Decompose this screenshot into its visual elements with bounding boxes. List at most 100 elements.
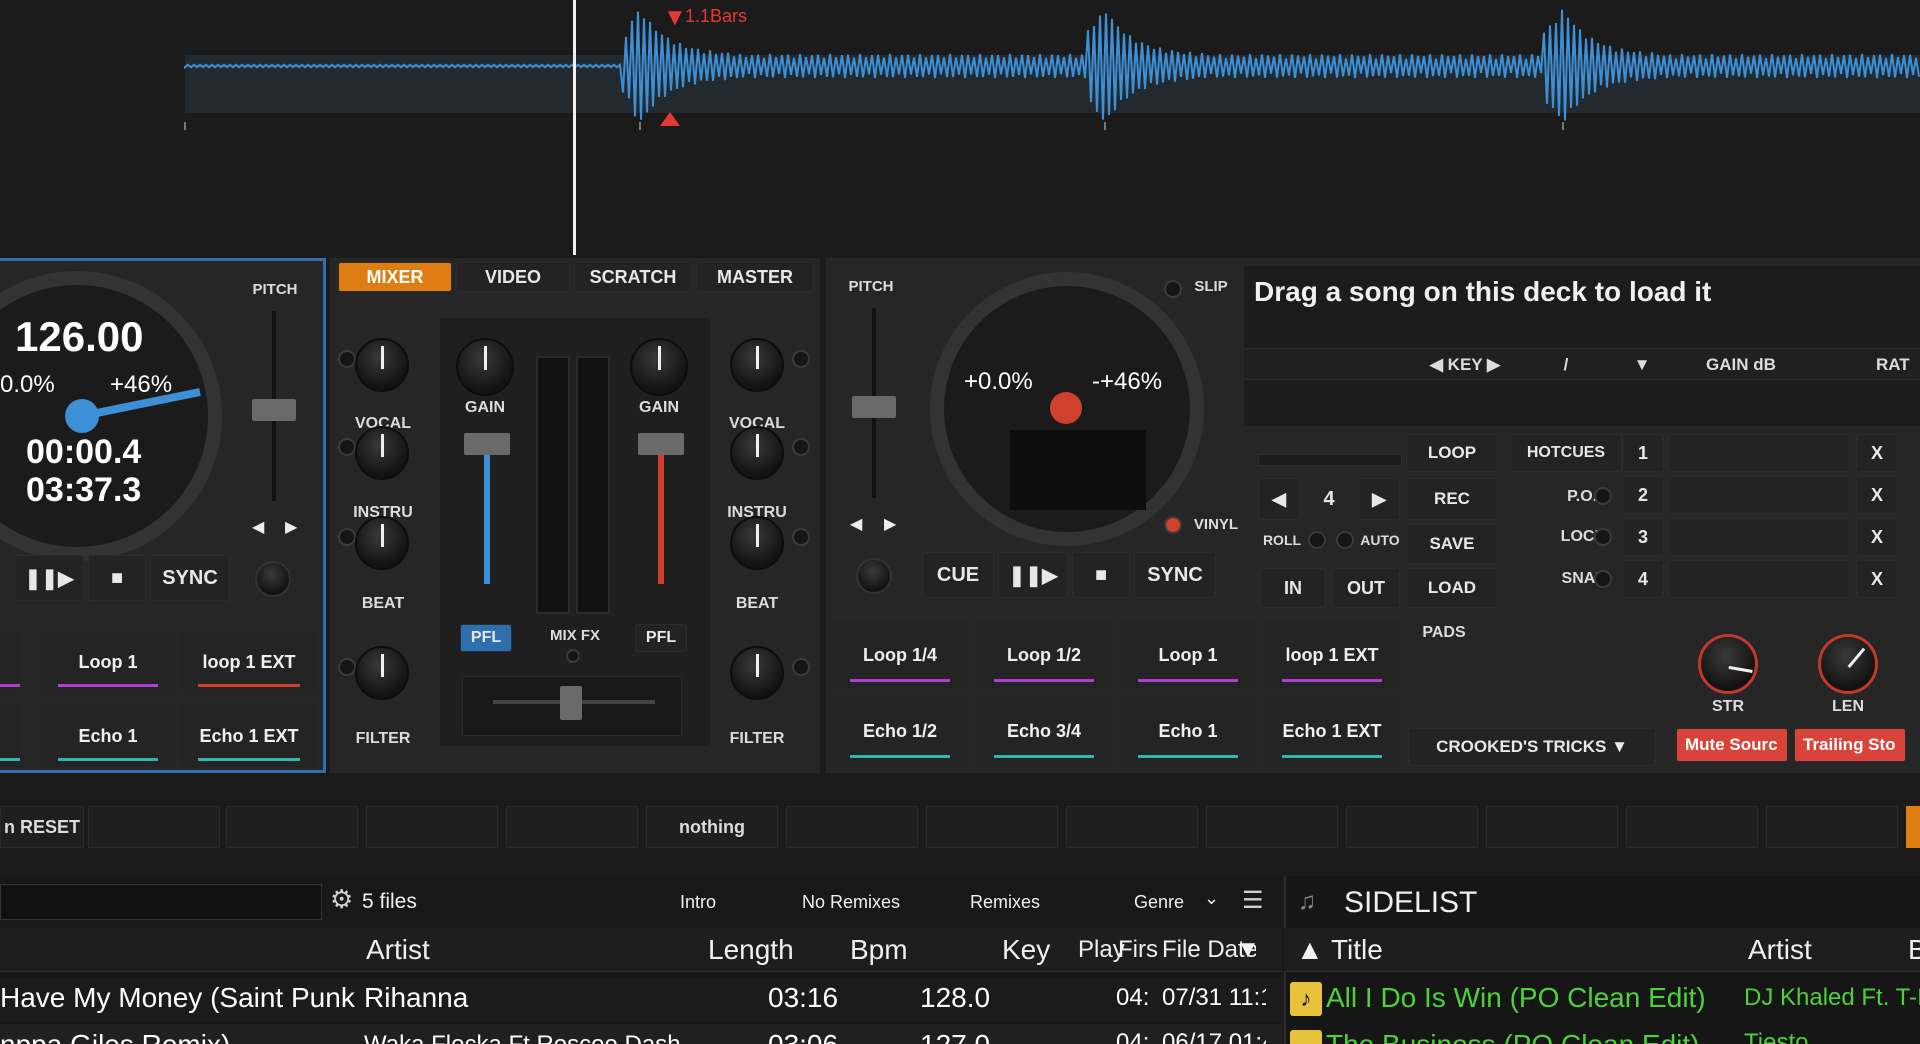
volume-fader-left[interactable] <box>484 438 490 584</box>
beat-kill-left[interactable] <box>338 528 356 546</box>
save-loop-button[interactable]: SAVE <box>1406 524 1498 564</box>
str-knob[interactable] <box>1698 634 1758 694</box>
fx-slot-7[interactable] <box>926 806 1058 848</box>
volume-fader-handle-right[interactable] <box>638 433 684 455</box>
pad-right-8[interactable]: Echo 1 EXT <box>1264 698 1400 764</box>
pad-left-partial-1[interactable] <box>0 631 20 693</box>
mute-source-button[interactable]: Mute Sourc <box>1676 728 1788 762</box>
hotcue-number-2[interactable]: 2 <box>1622 476 1664 514</box>
fx-slot-11[interactable] <box>1486 806 1618 848</box>
search-input[interactable] <box>0 884 322 920</box>
pad-left-4[interactable]: Echo 1 EXT <box>180 705 318 767</box>
waveform-graph[interactable] <box>0 0 1920 255</box>
pitch-slider-handle-right[interactable] <box>852 396 896 418</box>
loop-in-button[interactable]: IN <box>1260 568 1326 608</box>
hotcue-clear-2[interactable]: X <box>1856 476 1898 514</box>
gear-icon[interactable]: ⚙ <box>330 884 353 915</box>
pad-right-6[interactable]: Echo 3/4 <box>976 698 1112 764</box>
tab-video[interactable]: VIDEO <box>456 262 570 292</box>
filter-knob-left[interactable] <box>355 646 409 700</box>
fx-slot-2[interactable] <box>226 806 358 848</box>
col-bpm[interactable]: Bpm <box>850 934 908 966</box>
pad-right-5[interactable]: Echo 1/2 <box>832 698 968 764</box>
instru-knob-right[interactable] <box>730 426 784 480</box>
hotcues-button[interactable]: HOTCUES <box>1510 434 1622 472</box>
gain-knob-left[interactable] <box>456 338 514 396</box>
fx-slot-13[interactable] <box>1766 806 1898 848</box>
sidelist-row-2-artist[interactable]: Tiesto <box>1744 1026 1920 1044</box>
pad-right-2[interactable]: Loop 1/2 <box>976 622 1112 688</box>
gain-knob-right[interactable] <box>630 338 688 396</box>
info-dropdown-arrow[interactable]: ▼ <box>1632 355 1652 375</box>
tab-master[interactable]: MASTER <box>696 262 814 292</box>
waveform-area[interactable]: ▼ 1.1Bars <box>0 0 1920 255</box>
filter-kill-right[interactable] <box>792 658 810 676</box>
sidelist-col-title[interactable]: ▲ Title <box>1296 934 1383 966</box>
pitch-nudge-right-icon[interactable]: ▶ <box>285 517 297 537</box>
list-options-icon[interactable]: ☰ <box>1242 886 1264 915</box>
loop-halve-icon[interactable]: ◀ <box>1258 478 1300 520</box>
sort-arrow-icon[interactable]: ▼ <box>1236 936 1260 964</box>
fx-slot-6[interactable] <box>786 806 918 848</box>
pfl-button-left[interactable]: PFL <box>460 624 512 652</box>
sync-button-right[interactable]: SYNC <box>1134 552 1216 598</box>
fx-slot-8[interactable] <box>1066 806 1198 848</box>
pad-right-4[interactable]: loop 1 EXT <box>1264 622 1400 688</box>
pad-set-dropdown[interactable]: CROOKED'S TRICKS ▼ <box>1408 728 1656 766</box>
key-knob-right[interactable] <box>856 558 892 594</box>
filter-intro[interactable]: Intro <box>680 892 716 913</box>
vocal-knob-left[interactable] <box>355 338 409 392</box>
fx-slot-4[interactable] <box>506 806 638 848</box>
sidelist-col-extra[interactable]: B <box>1908 934 1920 966</box>
pitch-nudge-right-icon-right[interactable]: ▶ <box>884 514 896 534</box>
load-loop-button[interactable]: LOAD <box>1406 568 1498 608</box>
beat-knob-left[interactable] <box>355 516 409 570</box>
snap-toggle[interactable] <box>1594 570 1612 588</box>
roll-toggle[interactable] <box>1308 531 1326 549</box>
key-knob-left[interactable] <box>255 561 291 597</box>
filter-remixes[interactable]: Remixes <box>970 892 1040 913</box>
loop-start-marker-icon[interactable] <box>660 112 680 126</box>
volume-fader-handle-left[interactable] <box>464 433 510 455</box>
beat-kill-right[interactable] <box>792 528 810 546</box>
tab-scratch[interactable]: SCRATCH <box>574 262 692 292</box>
pad-left-3[interactable]: Echo 1 <box>40 705 176 767</box>
pad-right-7[interactable]: Echo 1 <box>1120 698 1256 764</box>
hotcue-clear-3[interactable]: X <box>1856 518 1898 556</box>
chevron-down-icon[interactable]: ⌄ <box>1204 888 1219 909</box>
instru-kill-left[interactable] <box>338 438 356 456</box>
stop-button-right[interactable]: ■ <box>1072 552 1130 598</box>
hotcue-clear-1[interactable]: X <box>1856 434 1898 472</box>
filter-kill-left[interactable] <box>338 658 356 676</box>
tab-mixer[interactable]: MIXER <box>338 262 452 292</box>
crossfader-handle[interactable] <box>560 686 582 720</box>
beat-knob-right[interactable] <box>730 516 784 570</box>
reset-button[interactable]: n RESET <box>0 806 84 848</box>
loop-out-button[interactable]: OUT <box>1332 568 1400 608</box>
poi-toggle[interactable] <box>1594 487 1612 505</box>
fx-slot-1[interactable] <box>88 806 220 848</box>
hotcue-number-1[interactable]: 1 <box>1622 434 1664 472</box>
instru-kill-right[interactable] <box>792 438 810 456</box>
col-artist[interactable]: Artist <box>366 934 430 966</box>
cue-marker-icon[interactable]: ▼ <box>663 4 687 32</box>
vocal-kill-right[interactable] <box>792 350 810 368</box>
hotcue-slot-4[interactable] <box>1668 560 1850 598</box>
pad-right-3[interactable]: Loop 1 <box>1120 622 1256 688</box>
fx-slot-active[interactable] <box>1906 806 1920 848</box>
pitch-nudge-left-icon[interactable]: ◀ <box>252 517 264 537</box>
volume-fader-right[interactable] <box>658 438 664 584</box>
loop-button[interactable]: LOOP <box>1406 434 1498 472</box>
fx-slot-10[interactable] <box>1346 806 1478 848</box>
pad-left-1[interactable]: Loop 1 <box>40 631 176 693</box>
lock-toggle[interactable] <box>1594 528 1612 546</box>
pad-left-partial-2[interactable] <box>0 705 20 767</box>
genre-dropdown[interactable]: Genre <box>1134 892 1184 913</box>
vinyl-toggle[interactable] <box>1164 516 1182 534</box>
hotcue-number-4[interactable]: 4 <box>1622 560 1664 598</box>
sidelist-col-artist[interactable]: Artist <box>1748 934 1812 966</box>
sync-button-left[interactable]: SYNC <box>150 555 230 601</box>
pitch-nudge-left-icon-right[interactable]: ◀ <box>850 514 862 534</box>
vocal-kill-left[interactable] <box>338 350 356 368</box>
pad-right-1[interactable]: Loop 1/4 <box>832 622 968 688</box>
